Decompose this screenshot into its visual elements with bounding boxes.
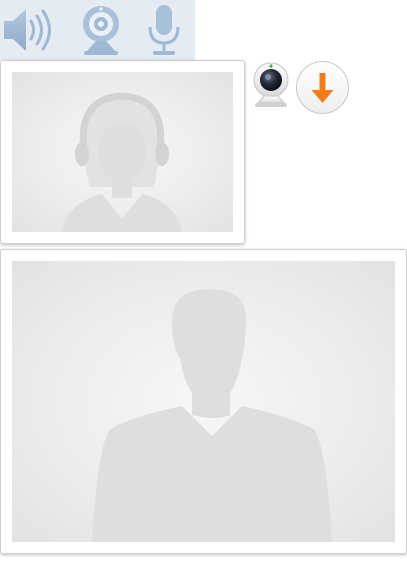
- microphone-icon[interactable]: [140, 3, 190, 57]
- female-headset-silhouette-icon: [62, 92, 182, 232]
- remote-video-frame: [0, 249, 407, 554]
- local-video-frame: [0, 60, 245, 244]
- camera-button[interactable]: [249, 62, 293, 108]
- down-arrow-icon: [296, 61, 349, 114]
- male-silhouette-icon: [92, 289, 332, 542]
- download-button[interactable]: [295, 60, 350, 115]
- speaker-icon[interactable]: [2, 3, 52, 57]
- webcam-icon[interactable]: [76, 3, 126, 57]
- webcam-icon: [253, 62, 289, 107]
- remote-video-placeholder: [12, 261, 395, 542]
- media-toolbar: [0, 0, 195, 60]
- local-video-placeholder: [12, 72, 233, 232]
